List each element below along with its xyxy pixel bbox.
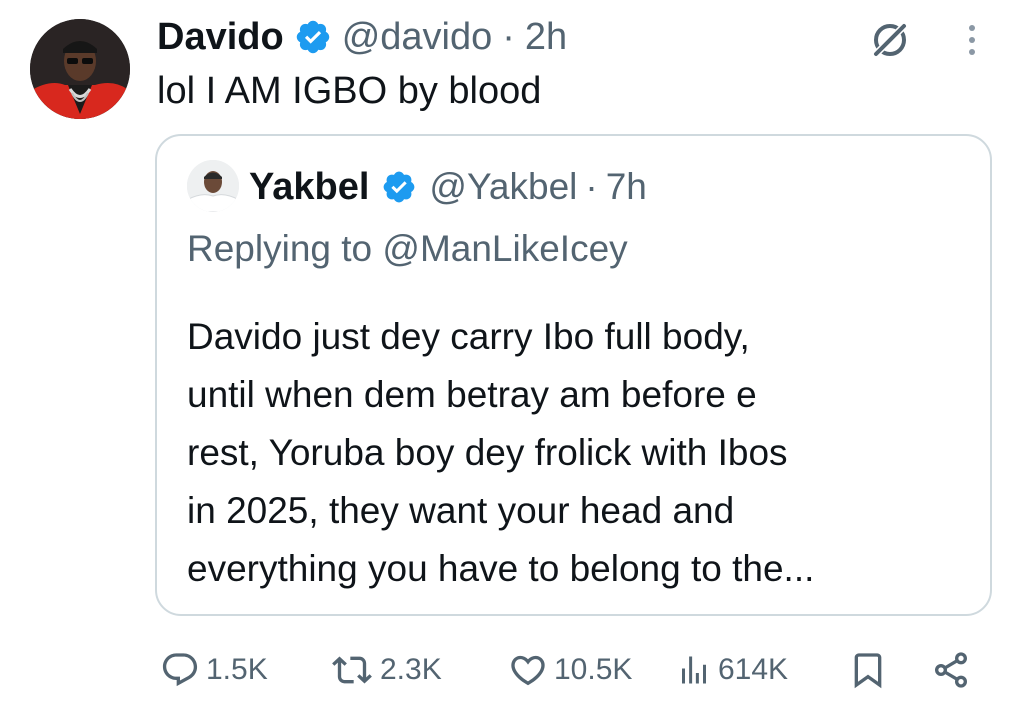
reply-count: 1.5K <box>206 653 268 686</box>
quoted-text-line: rest, Yoruba boy dey frolick with Ibos <box>187 432 788 473</box>
like-count: 10.5K <box>554 653 633 686</box>
bookmark-icon <box>854 653 882 689</box>
meta-separator: · <box>502 15 515 58</box>
quoted-tweet-text: Davido just dey carry Ibo full body, unt… <box>187 308 977 598</box>
like-icon <box>511 655 545 686</box>
quoted-text-line: everything you have to belong to the... <box>187 548 815 589</box>
tweet-action-bar: 1.5K 2.3K 10.5K 614K <box>0 640 1024 700</box>
share-icon <box>935 652 967 688</box>
verified-badge-icon <box>384 171 415 203</box>
quoted-tweet-time[interactable]: 7h <box>606 166 647 208</box>
repost-count: 2.3K <box>380 653 442 686</box>
grok-icon[interactable] <box>868 18 912 62</box>
views-icon <box>682 656 706 684</box>
bookmark-button[interactable] <box>848 640 888 700</box>
repost-icon <box>332 656 372 684</box>
quoted-avatar-image <box>187 160 239 212</box>
view-count: 614K <box>718 653 789 686</box>
meta-separator: · <box>585 166 598 207</box>
quoted-author-handle[interactable]: @Yakbel <box>429 166 577 208</box>
quoted-text-line: in 2025, they want your head and <box>187 490 735 531</box>
quoted-tweet-card[interactable]: Yakbel @Yakbel · 7h Replying to @ManLike… <box>155 134 992 616</box>
avatar-image <box>30 19 130 119</box>
repost-button[interactable]: 2.3K <box>330 640 442 700</box>
quoted-text-line: Davido just dey carry Ibo full body, <box>187 316 750 357</box>
tweet-header: Davido @davido · 2h <box>157 14 567 60</box>
like-button[interactable]: 10.5K <box>508 640 632 700</box>
quoted-author-avatar[interactable] <box>187 160 239 212</box>
tweet-text: lol I AM IGBO by blood <box>157 70 542 112</box>
quoted-tweet-header: Yakbel @Yakbel · 7h <box>249 164 647 210</box>
author-name[interactable]: Davido <box>157 16 284 59</box>
author-avatar[interactable] <box>30 19 130 119</box>
verified-badge-icon <box>296 20 329 54</box>
views-button[interactable]: 614K <box>676 640 788 700</box>
share-button[interactable] <box>930 640 972 700</box>
quoted-text-line: until when dem betray am before e <box>187 374 757 415</box>
more-options-icon[interactable] <box>958 22 986 58</box>
tweet-time[interactable]: 2h <box>525 16 567 59</box>
reply-button[interactable]: 1.5K <box>160 640 268 700</box>
author-handle[interactable]: @davido <box>342 16 493 59</box>
quoted-author-name[interactable]: Yakbel <box>249 166 369 209</box>
replying-to-label[interactable]: Replying to @ManLikeIcey <box>187 226 628 272</box>
reply-icon <box>162 653 198 687</box>
